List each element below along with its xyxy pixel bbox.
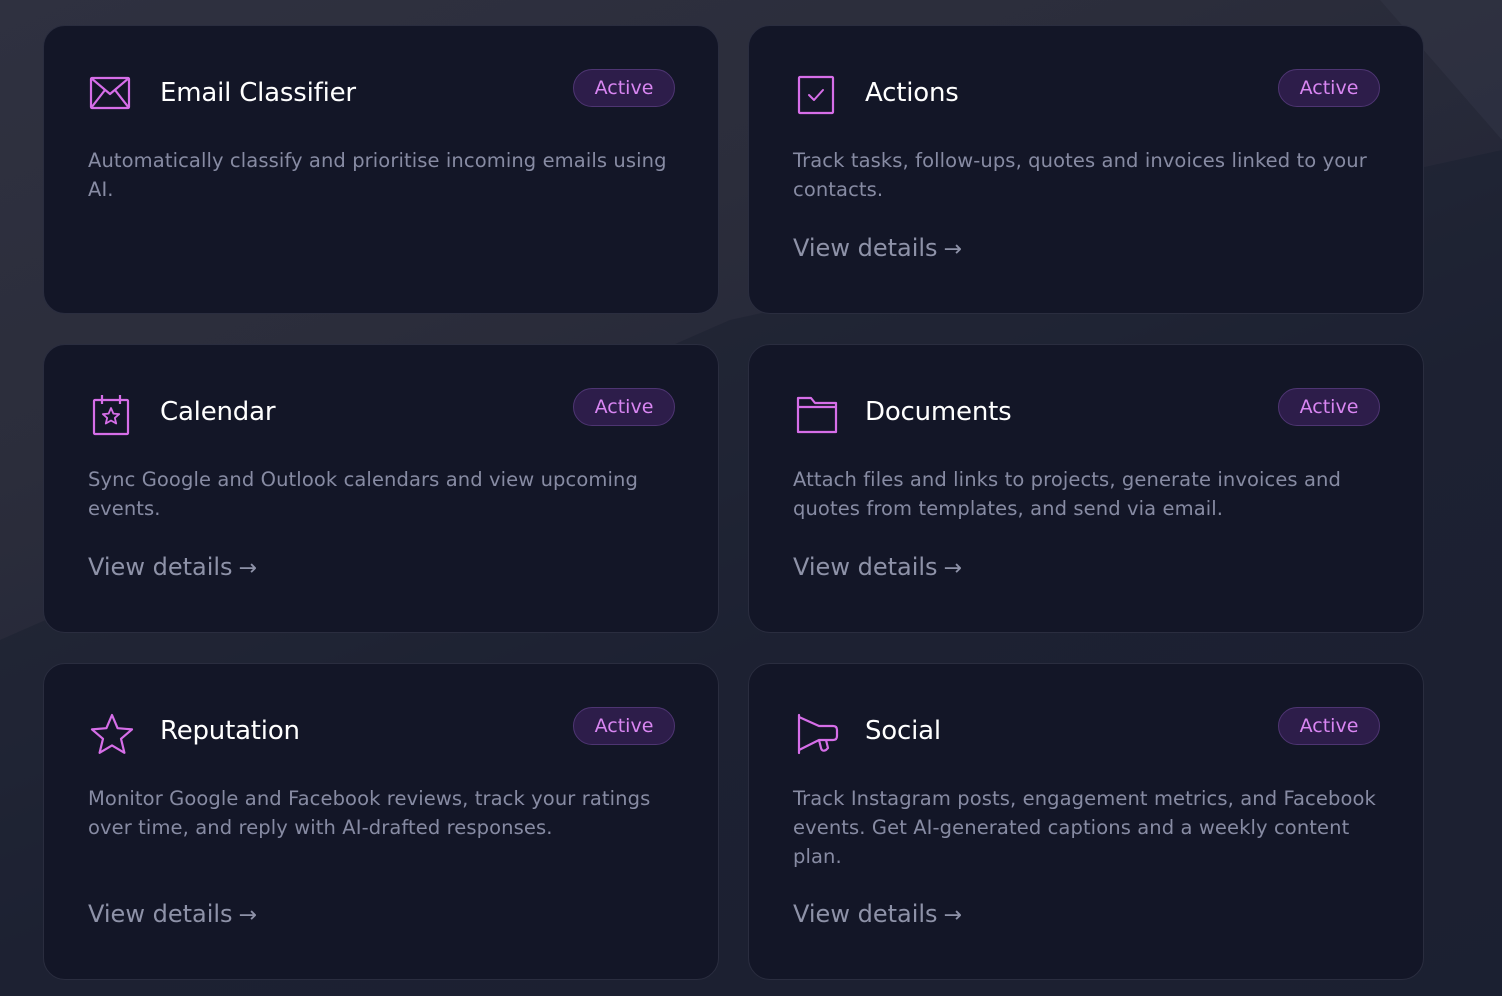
calendar-star-icon: [88, 393, 136, 436]
link-label: View details: [88, 553, 233, 581]
checkbox-icon: [793, 74, 841, 115]
arrow-right-icon: →: [943, 556, 962, 581]
card-title: Calendar: [160, 397, 276, 427]
status-badge: Active: [1278, 388, 1380, 426]
view-details-link[interactable]: View details →: [793, 553, 962, 581]
megaphone-icon: [793, 712, 841, 755]
view-details-link[interactable]: View details →: [793, 900, 962, 928]
card-description: Track tasks, follow-ups, quotes and invo…: [793, 149, 1367, 201]
card-reputation[interactable]: Reputation Active Monitor Google and Fac…: [43, 663, 719, 980]
card-title: Social: [865, 716, 941, 746]
arrow-right-icon: →: [238, 556, 257, 581]
card-description: Attach files and links to projects, gene…: [793, 468, 1341, 520]
card-title: Reputation: [160, 716, 300, 746]
link-label: View details: [88, 900, 233, 928]
view-details-link[interactable]: View details →: [793, 234, 962, 262]
card-description: Sync Google and Outlook calendars and vi…: [88, 468, 638, 520]
view-details-link[interactable]: View details →: [88, 553, 257, 581]
star-icon: [88, 712, 136, 754]
link-label: View details: [793, 900, 938, 928]
card-description: Automatically classify and prioritise in…: [88, 149, 667, 201]
arrow-right-icon: →: [943, 237, 962, 262]
card-title: Documents: [865, 397, 1012, 427]
arrow-right-icon: →: [943, 903, 962, 928]
status-badge: Active: [573, 69, 675, 107]
feature-card-grid: Email Classifier Active Automatically cl…: [0, 0, 1502, 996]
card-description: Monitor Google and Facebook reviews, tra…: [88, 787, 651, 839]
envelope-icon: [88, 74, 136, 114]
status-badge: Active: [1278, 69, 1380, 107]
arrow-right-icon: →: [238, 903, 257, 928]
view-details-link[interactable]: View details →: [88, 900, 257, 928]
card-actions[interactable]: Actions Active Track tasks, follow-ups, …: [748, 25, 1424, 314]
card-title: Email Classifier: [160, 78, 356, 108]
folder-icon: [793, 393, 841, 434]
card-email-classifier[interactable]: Email Classifier Active Automatically cl…: [43, 25, 719, 314]
card-title: Actions: [865, 78, 959, 108]
card-social[interactable]: Social Active Track Instagram posts, eng…: [748, 663, 1424, 980]
card-calendar[interactable]: Calendar Active Sync Google and Outlook …: [43, 344, 719, 633]
card-documents[interactable]: Documents Active Attach files and links …: [748, 344, 1424, 633]
status-badge: Active: [573, 707, 675, 745]
link-label: View details: [793, 553, 938, 581]
status-badge: Active: [1278, 707, 1380, 745]
link-label: View details: [793, 234, 938, 262]
status-badge: Active: [573, 388, 675, 426]
card-description: Track Instagram posts, engagement metric…: [793, 787, 1376, 868]
